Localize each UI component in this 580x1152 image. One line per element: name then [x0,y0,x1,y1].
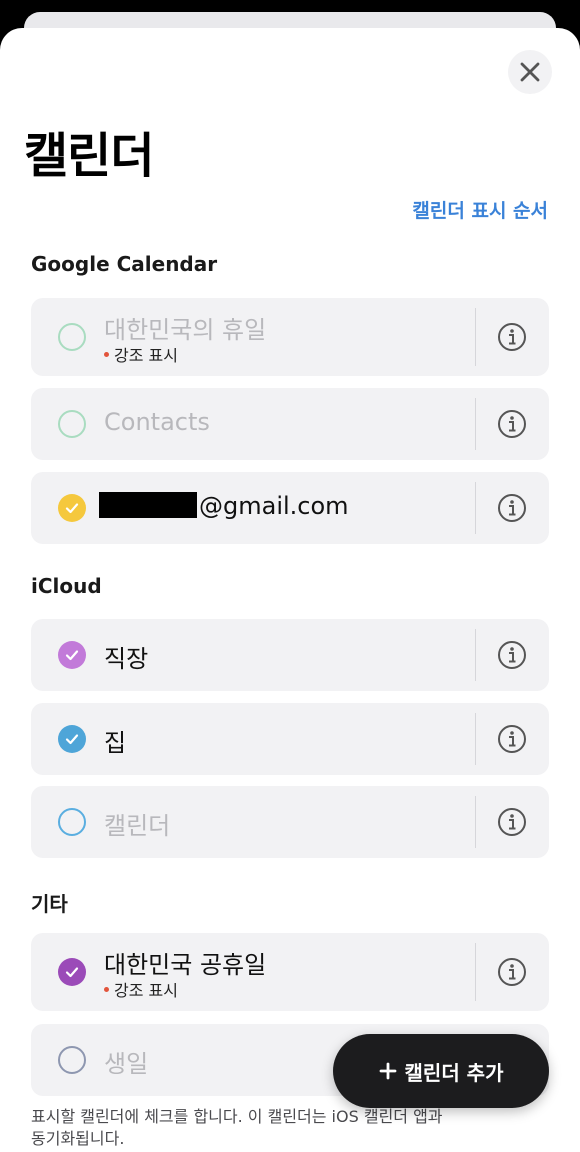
divider [475,796,476,848]
checkbox-circle[interactable] [58,808,86,836]
plus-icon [379,1062,396,1080]
info-icon[interactable] [497,322,527,352]
highlight-note: 강조 표시 [104,977,178,1001]
add-calendar-button[interactable]: 캘린더 추가 [333,1034,549,1108]
section-icloud: iCloud [31,574,102,598]
checkmark-icon [65,967,79,978]
red-dot-icon [104,351,109,357]
red-dot-icon [104,986,109,992]
info-icon[interactable] [497,493,527,523]
checkmark-icon [65,734,79,745]
calendar-row-home[interactable]: 집 [31,703,549,775]
close-icon [520,62,540,82]
checkmark-icon [65,650,79,661]
divider [475,629,476,681]
calendar-label: Contacts [104,408,210,436]
calendar-label: 생일 [104,1050,149,1078]
section-other: 기타 [31,892,68,916]
close-button[interactable] [508,50,552,94]
checkbox-circle[interactable] [58,958,86,986]
info-icon[interactable] [497,957,527,987]
calendar-row-calendar[interactable]: 캘린더 [31,786,549,858]
divider [475,398,476,450]
divider [475,308,476,366]
checkbox-circle[interactable] [58,494,86,522]
calendar-row-work[interactable]: 직장 [31,619,549,691]
calendar-label: 대한민국 공휴일 [104,951,267,979]
calendar-row-holiday-kr[interactable]: 대한민국의 휴일 강조 표시 [31,298,549,376]
checkbox-circle[interactable] [58,725,86,753]
highlight-note: 강조 표시 [104,342,178,366]
checkbox-circle[interactable] [58,1046,86,1074]
info-icon[interactable] [497,724,527,754]
calendar-row-contacts[interactable]: Contacts [31,388,549,460]
add-calendar-label: 캘린더 추가 [404,1060,504,1085]
calendar-label: 대한민국의 휴일 [104,316,267,344]
calendar-label: 집 [104,729,127,757]
checkbox-circle[interactable] [58,641,86,669]
calendar-sheet: 캘린더 캘린더 표시 순서 Google Calendar 대한민국의 휴일 강… [0,28,580,1152]
checkbox-circle[interactable] [58,410,86,438]
section-google-calendar: Google Calendar [31,252,218,276]
redacted-text [99,492,197,518]
page-title: 캘린더 [24,128,154,184]
info-icon[interactable] [497,640,527,670]
divider [475,482,476,534]
calendar-row-public-holiday[interactable]: 대한민국 공휴일 강조 표시 [31,933,549,1011]
highlight-label: 강조 표시 [114,346,178,365]
checkbox-circle[interactable] [58,323,86,351]
calendar-label: @gmail.com [99,492,349,520]
footnote-text: 표시할 캘린더에 체크를 합니다. 이 캘린더는 iOS 캘린더 앱과 동기화됩… [31,1107,443,1148]
calendar-order-link[interactable]: 캘린더 표시 순서 [412,196,548,223]
checkmark-icon [65,503,79,514]
info-icon[interactable] [497,807,527,837]
divider [475,943,476,1001]
highlight-label: 강조 표시 [114,981,178,1000]
info-icon[interactable] [497,409,527,439]
calendar-label: 직장 [104,645,149,673]
calendar-label: 캘린더 [104,812,171,840]
divider [475,713,476,765]
calendar-row-gmail[interactable]: @gmail.com [31,472,549,544]
